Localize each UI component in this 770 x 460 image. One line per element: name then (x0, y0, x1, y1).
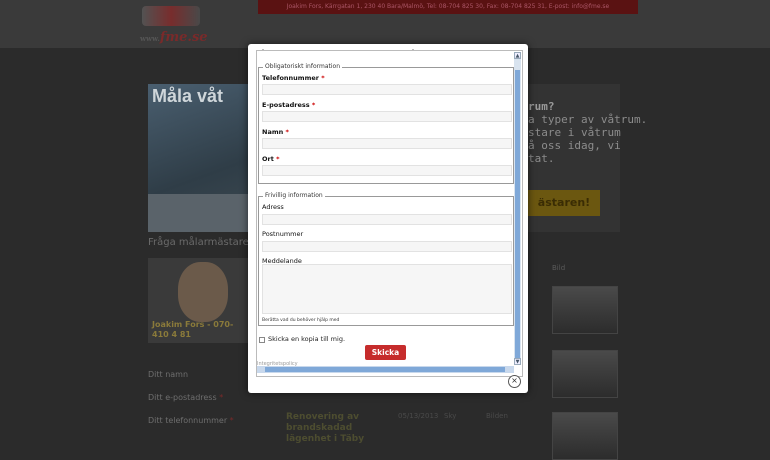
scroll-thumb[interactable] (515, 70, 520, 360)
scroll-thumb[interactable] (265, 367, 505, 372)
name-input[interactable] (262, 138, 512, 149)
phone-input[interactable] (262, 84, 512, 95)
copy-checkbox[interactable] (259, 337, 265, 343)
copy-label: Skicka en kopia till mig. (268, 335, 346, 343)
article-date: 05/13/2013 (398, 412, 439, 420)
optional-legend: Frivillig information (263, 192, 325, 199)
hero-title: Måla våt (152, 86, 224, 106)
horizontal-scrollbar[interactable] (257, 366, 514, 373)
article-thumbnail[interactable] (552, 286, 618, 334)
postcode-input[interactable] (262, 241, 512, 252)
city-input[interactable] (262, 165, 512, 176)
promo-button[interactable]: ästaren! (528, 190, 600, 216)
tools-logo-icon (142, 6, 200, 26)
postcode-label: Postnummer (262, 230, 304, 238)
message-textarea[interactable] (262, 264, 512, 314)
ask-title: Fråga målarmästaren (148, 237, 256, 248)
promo-text: rum? a typer av våtrum. stare i våtrum å… (528, 100, 648, 165)
ask-email-label: Ditt e-postadress * (148, 393, 224, 402)
article-category: Sky (444, 412, 457, 420)
contact-bar: Joakim Fors, Kärrgatan 1, 230 40 Bara/Ma… (258, 0, 638, 14)
article-extra: Bilden (486, 412, 508, 420)
article-title[interactable]: Renovering av brandskadad lägenhet i Täb… (286, 412, 386, 445)
face-shape (178, 262, 228, 322)
address-input[interactable] (262, 214, 512, 225)
submit-button[interactable]: Skicka (365, 345, 406, 360)
close-icon[interactable]: × (508, 375, 521, 388)
person-caption: Joakim Fors - 070-410 4 81 (152, 320, 234, 339)
ask-phone-label: Ditt telefonnummer * (148, 416, 234, 425)
address-label: Adress (262, 203, 284, 211)
article-thumbnail[interactable] (552, 412, 618, 460)
scroll-down-icon[interactable]: ▼ (514, 358, 521, 365)
article-thumbnail[interactable] (552, 350, 618, 398)
email-label: E-postadress * (262, 101, 316, 109)
email-input[interactable] (262, 111, 512, 122)
logo-text: www.fme.se (140, 30, 208, 45)
city-label: Ort * (262, 155, 280, 163)
bathtub-shape (148, 194, 255, 232)
person-photo: Joakim Fors - 070-410 4 81 (148, 258, 248, 343)
scroll-up-icon[interactable]: ▲ (514, 52, 521, 59)
site-logo[interactable]: www.fme.se (138, 4, 208, 46)
bild-label: Bild (552, 264, 566, 272)
ask-name-label: Ditt namn (148, 370, 189, 379)
name-label: Namn * (262, 128, 289, 136)
vertical-scrollbar[interactable]: ▲ ▼ (514, 52, 521, 365)
message-hint: Berätta vad du behöver hjälp med (262, 318, 340, 323)
required-legend: Obligatoriskt information (263, 63, 342, 70)
phone-label: Telefonnummer * (262, 74, 325, 82)
